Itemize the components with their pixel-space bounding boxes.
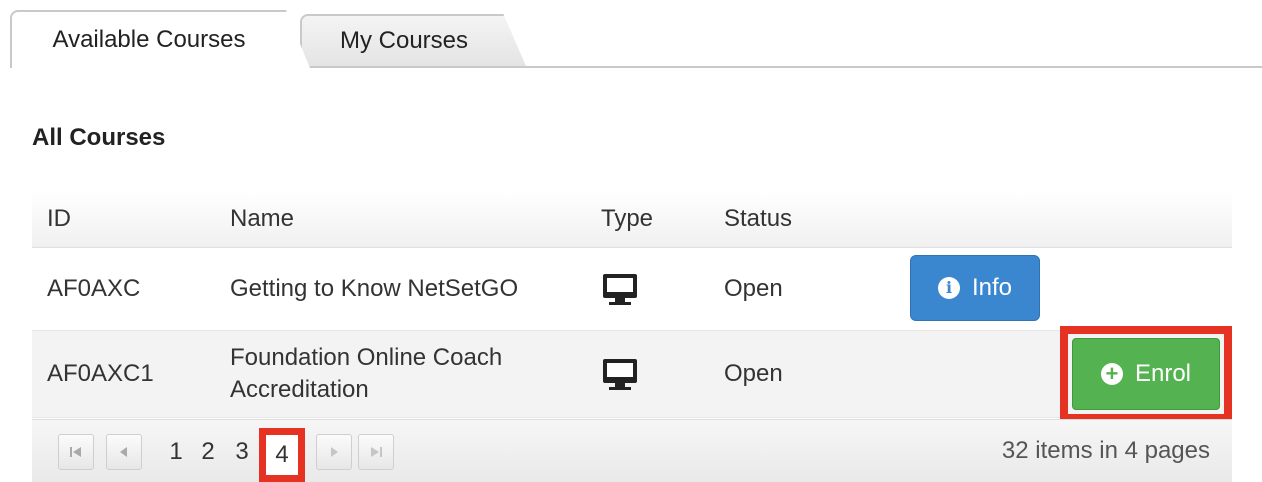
next-page-button[interactable]	[316, 434, 352, 470]
table-header: ID Name Type Status	[32, 191, 1232, 248]
tab-available-courses[interactable]: Available Courses	[10, 10, 310, 68]
course-name: Foundation Online Coach Accreditation	[230, 331, 502, 417]
plus-circle-icon: +	[1100, 363, 1123, 385]
monitor-icon	[601, 248, 639, 330]
table-row: AF0AXC Getting to Know NetSetGO Open	[32, 248, 1232, 331]
enrol-button[interactable]: + Enrol	[1072, 338, 1220, 410]
last-page-button[interactable]	[358, 434, 394, 470]
page-2-link[interactable]: 2	[198, 434, 218, 470]
next-page-icon	[331, 447, 338, 457]
first-page-button[interactable]	[58, 434, 94, 470]
column-header-status[interactable]: Status	[724, 191, 792, 247]
page-4-current[interactable]: 4	[259, 428, 305, 482]
monitor-icon	[601, 331, 639, 417]
previous-page-icon	[120, 447, 127, 457]
courses-table: ID Name Type Status AF0AXC Getting to Kn…	[32, 191, 1232, 482]
column-header-name[interactable]: Name	[230, 191, 294, 247]
tab-available-courses-label: Available Courses	[52, 26, 246, 53]
previous-page-button[interactable]	[106, 434, 142, 470]
course-name: Getting to Know NetSetGO	[230, 275, 519, 302]
course-status: Open	[724, 275, 783, 302]
page-3-link[interactable]: 3	[232, 434, 252, 470]
enrol-button-label: Enrol	[1134, 360, 1192, 387]
tab-my-courses-label: My Courses	[339, 27, 469, 54]
pager-info: 32 items in 4 pages	[1001, 437, 1210, 464]
section-title: All Courses	[32, 124, 166, 151]
table-row: AF0AXC1 Foundation Online Coach Accredit…	[32, 331, 1232, 418]
course-status: Open	[724, 360, 783, 387]
course-id: AF0AXC	[47, 275, 141, 302]
course-name-line2: Accreditation	[230, 376, 369, 403]
course-name-line1: Foundation Online Coach	[230, 344, 503, 371]
enrol-highlight: + Enrol	[1060, 326, 1232, 422]
page-1-link[interactable]: 1	[166, 434, 186, 470]
info-icon: i	[937, 277, 960, 299]
last-page-icon	[371, 447, 382, 457]
first-page-icon	[70, 447, 81, 457]
column-header-id[interactable]: ID	[47, 191, 71, 247]
pager: 1 2 3 4 32 items in 4 pages	[32, 419, 1232, 482]
tab-my-courses[interactable]: My Courses	[300, 14, 526, 66]
column-header-type[interactable]: Type	[601, 191, 653, 247]
info-button[interactable]: i Info	[910, 255, 1040, 321]
info-button-label: Info	[971, 274, 1013, 301]
course-id: AF0AXC1	[47, 360, 154, 387]
